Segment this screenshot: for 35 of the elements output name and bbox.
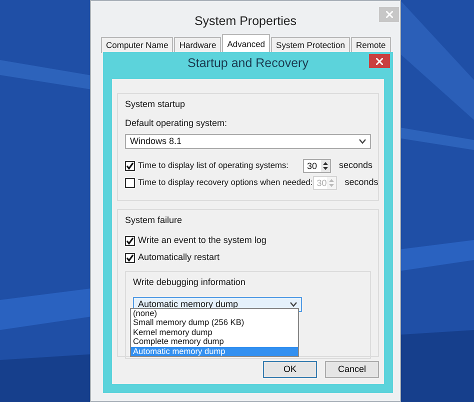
dropdown[interactable]: Windows 8.1 — [125, 134, 371, 149]
window-title: System Properties — [193, 13, 298, 30]
dropdown-option[interactable]: Kernel memory dump — [131, 328, 298, 338]
checkbox-label: Time to display recovery options when needed: — [138, 176, 313, 189]
unit-label: seconds — [344, 176, 377, 189]
checkbox[interactable] — [125, 160, 135, 170]
dropdown-value: Windows 8.1 — [130, 134, 182, 148]
checkbox-label: Automatically restart — [138, 251, 220, 264]
checkbox-label: Time to display list of operating systems: — [138, 159, 288, 172]
dropdown-value: Automatic memory dump — [138, 298, 238, 310]
group-heading: System failure — [125, 214, 184, 227]
spin-box[interactable]: 30 — [303, 158, 331, 172]
field-label: Default operating system: — [125, 116, 228, 130]
checkbox[interactable] — [125, 253, 135, 263]
ok-button[interactable]: OK — [263, 361, 317, 378]
dropdown-option[interactable]: Small memory dump (256 KB) — [131, 318, 298, 328]
group-heading: System startup — [125, 98, 186, 111]
tab[interactable]: Advanced — [222, 34, 270, 53]
chevron-icon — [359, 139, 366, 144]
group-heading: Write debugging information — [133, 276, 246, 289]
dialog-title: Startup and Recovery — [186, 55, 310, 72]
tab[interactable]: System Protection — [271, 37, 350, 53]
spinner-arrows-icon[interactable] — [321, 160, 330, 172]
chevron-icon — [290, 302, 297, 307]
tab[interactable]: Remote — [351, 37, 391, 53]
unit-label: seconds — [339, 158, 371, 172]
checkbox-label: Write an event to the system log — [138, 234, 266, 248]
dropdown-option[interactable]: Complete memory dump — [131, 337, 298, 347]
close-icon — [386, 11, 392, 18]
tab[interactable]: Computer Name — [101, 37, 174, 53]
tab[interactable]: Hardware — [174, 37, 222, 53]
cancel-button[interactable]: Cancel — [325, 361, 379, 378]
checkbox[interactable] — [125, 236, 135, 246]
close-button[interactable] — [369, 54, 390, 68]
close-icon — [376, 58, 383, 64]
